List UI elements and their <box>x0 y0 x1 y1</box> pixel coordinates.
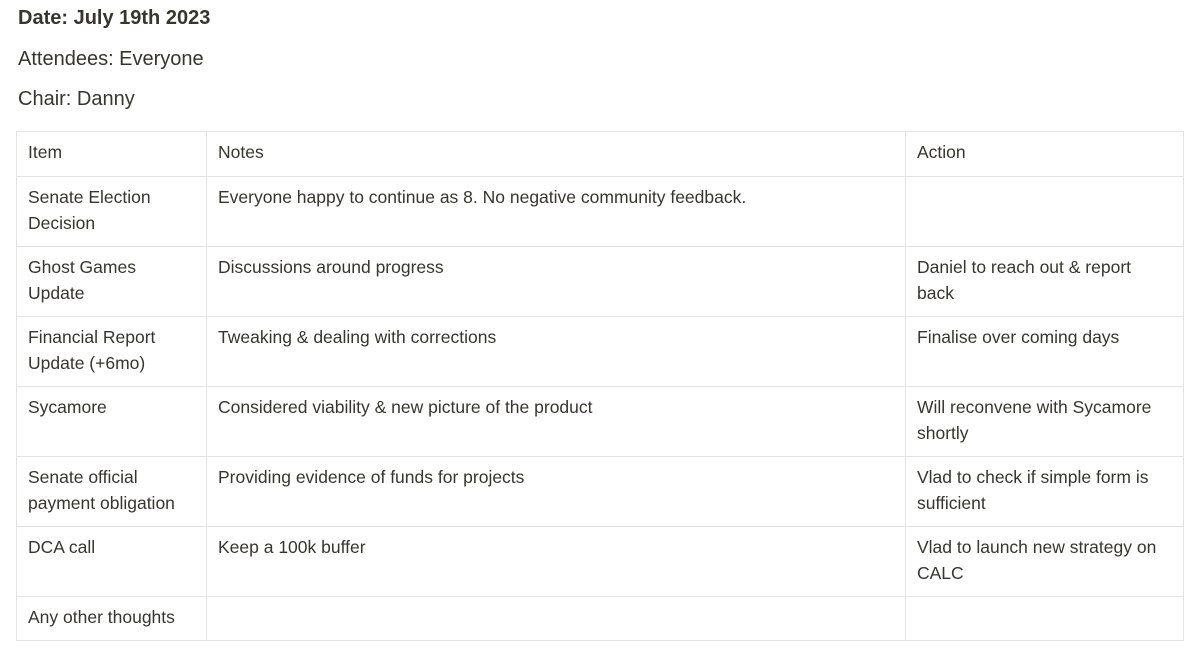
action-cell[interactable]: Daniel to reach out & report back <box>905 246 1184 317</box>
action-cell[interactable]: Vlad to launch new strategy on CALC <box>905 526 1184 597</box>
notes-cell[interactable]: Everyone happy to continue as 8. No nega… <box>206 176 906 247</box>
table-row: Ghost Games Update Discussions around pr… <box>16 246 1184 317</box>
header-cell-action[interactable]: Action <box>905 131 1184 177</box>
table-row: Senate Election Decision Everyone happy … <box>16 176 1184 247</box>
table-header-row: Item Notes Action <box>16 131 1184 177</box>
meeting-attendees: Attendees: Everyone <box>18 48 204 70</box>
notes-cell[interactable]: Keep a 100k buffer <box>206 526 906 597</box>
meeting-date: Date: July 19th 2023 <box>18 7 211 29</box>
item-cell[interactable]: Ghost Games Update <box>16 246 207 317</box>
action-cell[interactable] <box>905 596 1184 641</box>
action-cell[interactable]: Finalise over coming days <box>905 316 1184 387</box>
header-cell-item[interactable]: Item <box>16 131 207 177</box>
table-row: Sycamore Considered viability & new pict… <box>16 386 1184 457</box>
notes-cell[interactable]: Providing evidence of funds for projects <box>206 456 906 527</box>
minutes-table: Item Notes Action Senate Election Decisi… <box>16 131 1184 641</box>
notes-cell[interactable]: Considered viability & new picture of th… <box>206 386 906 457</box>
item-cell[interactable]: Any other thoughts <box>16 596 207 641</box>
item-cell[interactable]: Sycamore <box>16 386 207 457</box>
header-cell-notes[interactable]: Notes <box>206 131 906 177</box>
action-cell[interactable] <box>905 176 1184 247</box>
table-row: DCA call Keep a 100k buffer Vlad to laun… <box>16 526 1184 597</box>
action-cell[interactable]: Will reconvene with Sycamore shortly <box>905 386 1184 457</box>
notes-cell[interactable]: Tweaking & dealing with corrections <box>206 316 906 387</box>
table-row: Financial Report Update (+6mo) Tweaking … <box>16 316 1184 387</box>
action-cell[interactable]: Vlad to check if simple form is sufficie… <box>905 456 1184 527</box>
item-cell[interactable]: Senate Election Decision <box>16 176 207 247</box>
meeting-chair: Chair: Danny <box>18 88 135 110</box>
item-cell[interactable]: Senate official payment obligation <box>16 456 207 527</box>
item-cell[interactable]: Financial Report Update (+6mo) <box>16 316 207 387</box>
item-cell[interactable]: DCA call <box>16 526 207 597</box>
table-row: Any other thoughts <box>16 596 1184 641</box>
notes-cell[interactable]: Discussions around progress <box>206 246 906 317</box>
notes-cell[interactable] <box>206 596 906 641</box>
table-row: Senate official payment obligation Provi… <box>16 456 1184 527</box>
